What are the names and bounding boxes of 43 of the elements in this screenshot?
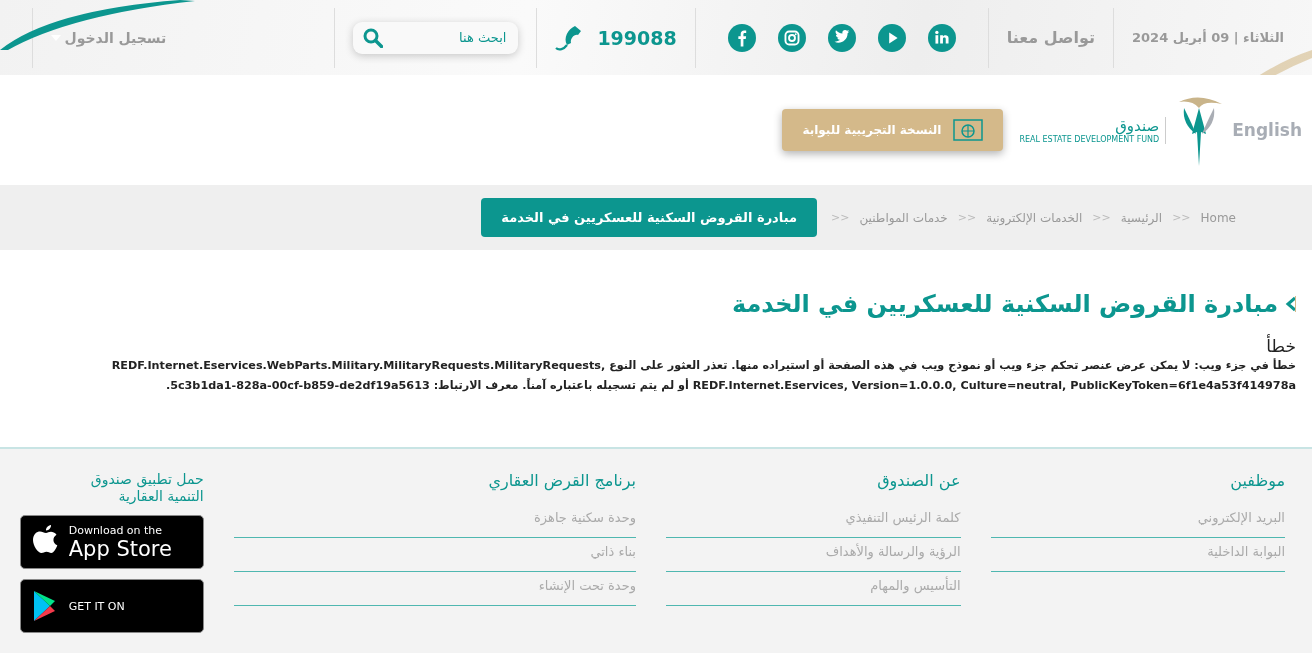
store-badge[interactable]: GET IT ON — [19, 579, 204, 633]
footer-heading: موظفين — [1229, 471, 1285, 490]
search-icon[interactable] — [363, 27, 384, 48]
facebook-icon[interactable] — [727, 23, 756, 52]
error-message: خطأ في جزء ويب: لا يمكن عرض عنصر تحكم جزء ويب أو نموذج ويب في هذه الصفحة أو استيراده منها. تعذر العثور على النوع REDF.Internet.Eservices.WebParts.Military.MilitaryRequests.MilitaryRequests, REDF.Internet.Eservices, Version=1.0.0.0, Culture=neutral, PublicKeyToken=6f1e4a53f414978a أو لم يتم تسجيله باعتباره آمناً. معرف الارتباط: 5c3b1da1-828a-00cf-b859-de2df19a5613. — [110, 357, 1296, 394]
footer-link[interactable]: التأسيس والمهام — [666, 572, 961, 606]
globe-icon — [953, 119, 984, 141]
login-link[interactable]: تسجيل الدخول — [50, 29, 167, 46]
footer-heading: عن الصندوق — [876, 471, 961, 490]
play-icon[interactable] — [877, 23, 906, 52]
breadcrumb-separator: >> — [957, 211, 977, 224]
breadcrumb-link[interactable]: الخدمات الإلكترونية — [986, 210, 1083, 225]
search-field[interactable]: ابحث هنا — [353, 21, 519, 54]
logo-text: صندوق — [1115, 116, 1160, 135]
current-page-button[interactable]: مبادرة القروض السكنية للعسكريين في الخدمة — [481, 198, 818, 237]
date-text: الثلاثاء | 09 أبريل 2024 — [1132, 30, 1284, 45]
footer-link[interactable]: وحدة سكنية جاهزة — [233, 504, 636, 538]
contact-label: تواصل معنا — [1006, 28, 1095, 47]
linkedin-icon[interactable] — [927, 23, 956, 52]
footer-heading: برنامج القرض العقاري — [487, 471, 636, 490]
breadcrumb-separator: >> — [1092, 211, 1111, 224]
page-title: مبادرة القروض السكنية للعسكريين في الخدمة — [731, 290, 1278, 318]
footer-link[interactable]: البوابة الداخلية — [990, 538, 1285, 572]
breadcrumb-separator: >> — [1172, 211, 1191, 224]
breadcrumb-link[interactable]: Home — [1200, 210, 1236, 225]
breadcrumb-link[interactable]: خدمات المواطنين — [859, 210, 948, 225]
bird-icon[interactable] — [827, 23, 856, 52]
footer-link[interactable]: البريد الإلكتروني — [990, 504, 1285, 538]
footer-link[interactable]: كلمة الرئيس التنفيذي — [666, 504, 961, 538]
phone-number: 199088 — [597, 26, 677, 49]
camera-icon[interactable] — [777, 23, 806, 52]
breadcrumb-link[interactable]: الرئيسية — [1120, 210, 1163, 225]
chevron-icon — [1284, 296, 1296, 312]
store-badge[interactable]: Download on the App Store — [19, 515, 204, 569]
app-heading: حمل تطبيق صندوق التنمية العقارية — [89, 471, 204, 505]
footer-link[interactable]: بناء ذاتي — [233, 538, 636, 572]
logo-subtitle: REAL ESTATE DEVELOPMENT FUND — [1019, 134, 1160, 144]
beta-banner[interactable]: النسخة التجريبية للبوابة — [782, 109, 1004, 151]
footer-link[interactable]: وحدة تحت الإنشاء — [233, 572, 636, 606]
breadcrumb-separator: >> — [831, 211, 850, 224]
footer-link[interactable]: الرؤية والرسالة والأهداف — [666, 538, 961, 572]
error-heading: خطأ — [1265, 336, 1296, 356]
language-link[interactable]: English — [1232, 120, 1302, 140]
